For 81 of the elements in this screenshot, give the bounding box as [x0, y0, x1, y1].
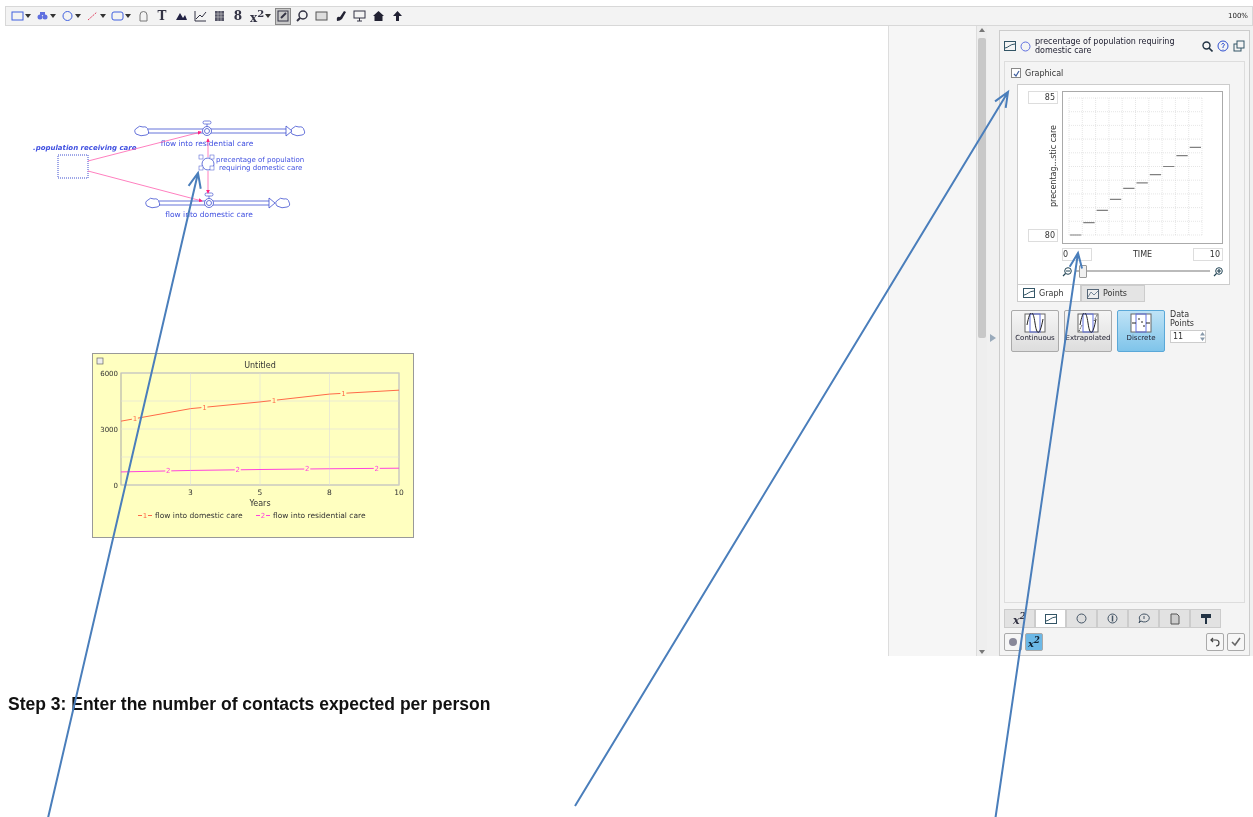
cloud-icon: [145, 197, 161, 209]
undo-icon: [1210, 637, 1220, 647]
rounded-rectangle-icon: [111, 10, 124, 22]
variable-name: precentage of population requiring domestic care: [1035, 37, 1176, 55]
scrollbar[interactable]: [976, 26, 987, 656]
graph-icon: [1023, 288, 1035, 298]
pipe-icon: [36, 10, 49, 22]
view-tab[interactable]: Graph: [1017, 285, 1081, 302]
x-max-field[interactable]: 10: [1193, 248, 1223, 261]
info-tab[interactable]: [1097, 609, 1128, 628]
y-min-field[interactable]: 80: [1028, 229, 1058, 242]
slider-thumb[interactable]: [1079, 265, 1088, 278]
speech-bubble-icon: [1137, 613, 1150, 624]
circle-icon: [61, 10, 74, 22]
rectangle-icon: [11, 10, 24, 22]
edit-tool[interactable]: [275, 7, 292, 25]
search-icon[interactable]: [1202, 40, 1213, 52]
caret-icon: [25, 14, 31, 18]
caret-icon: [125, 14, 131, 18]
sine-wave-icon: [1077, 313, 1099, 333]
windows-icon[interactable]: [1233, 40, 1245, 52]
data-points-spinner[interactable]: 11: [1170, 330, 1206, 343]
graph-icon: [1004, 41, 1016, 51]
zoom-icon: [295, 10, 309, 22]
chart-icon: [1087, 288, 1099, 299]
caret-icon: [50, 14, 56, 18]
graph-tab[interactable]: [1035, 609, 1066, 628]
paint-tab[interactable]: [1190, 609, 1221, 628]
document-icon: [1169, 612, 1180, 625]
caret-icon: [75, 14, 81, 18]
text-tool[interactable]: T: [154, 7, 170, 25]
globe-icon: [1008, 637, 1018, 647]
up-arrow-icon: [390, 10, 404, 22]
scrollbar-thumb[interactable]: [978, 38, 986, 338]
valve-icon: [204, 192, 214, 208]
field-label: Data Points: [1170, 310, 1196, 328]
axis-title: Years: [249, 499, 271, 508]
zoom-out-icon[interactable]: [1062, 266, 1072, 277]
cloud-icon: [134, 125, 150, 137]
y-max-field[interactable]: 85: [1028, 91, 1058, 104]
view-tab[interactable]: Points: [1081, 285, 1145, 302]
circle-icon: [1076, 613, 1087, 624]
undo-button[interactable]: [1206, 633, 1224, 651]
spinner-arrows-icon[interactable]: [1200, 332, 1205, 341]
scroll-up-icon[interactable]: [979, 28, 985, 32]
apply-button[interactable]: [1227, 633, 1245, 651]
presentation-icon: [352, 10, 366, 22]
info-icon: [1107, 613, 1118, 624]
check-icon: [1231, 637, 1241, 647]
graph-icon: [1044, 613, 1057, 624]
numeric-tool[interactable]: 8: [230, 7, 246, 25]
pencil-icon: [276, 10, 290, 22]
house-icon: [371, 10, 385, 22]
graph-icon: [193, 10, 207, 22]
caret-icon: [100, 14, 106, 18]
zoom-in-icon[interactable]: [1213, 266, 1223, 277]
connector-icon: [86, 10, 99, 22]
caret-icon: [265, 14, 272, 18]
checkbox[interactable]: [1011, 68, 1021, 78]
presentation-tool[interactable]: [351, 7, 368, 25]
scroll-down-icon[interactable]: [979, 650, 985, 654]
equation-tool[interactable]: x$^{2}$: [249, 7, 273, 25]
stock: [57, 154, 89, 179]
checkbox-label: Graphical: [1025, 68, 1064, 78]
valve-icon: [202, 120, 212, 136]
y-axis-label: precentag...stic care: [1049, 125, 1058, 208]
chart-title: Untitled: [244, 361, 276, 370]
circle-tab[interactable]: [1066, 609, 1097, 628]
x-axis-label: TIME: [1132, 250, 1153, 259]
step-chart-icon: [1130, 313, 1152, 333]
paint-roller-icon: [1199, 612, 1212, 625]
equation-button[interactable]: x$^{2}$: [1025, 633, 1043, 651]
ghost-icon: [136, 10, 150, 22]
table-icon: [212, 10, 226, 22]
sine-wave-icon: [1024, 313, 1046, 333]
comment-tab[interactable]: [1128, 609, 1159, 628]
circle-icon: [1020, 40, 1031, 52]
window-icon: [314, 10, 328, 22]
x-min-field[interactable]: 0: [1062, 248, 1092, 261]
help-icon[interactable]: [1217, 40, 1229, 52]
globe-button[interactable]: [1004, 633, 1022, 651]
